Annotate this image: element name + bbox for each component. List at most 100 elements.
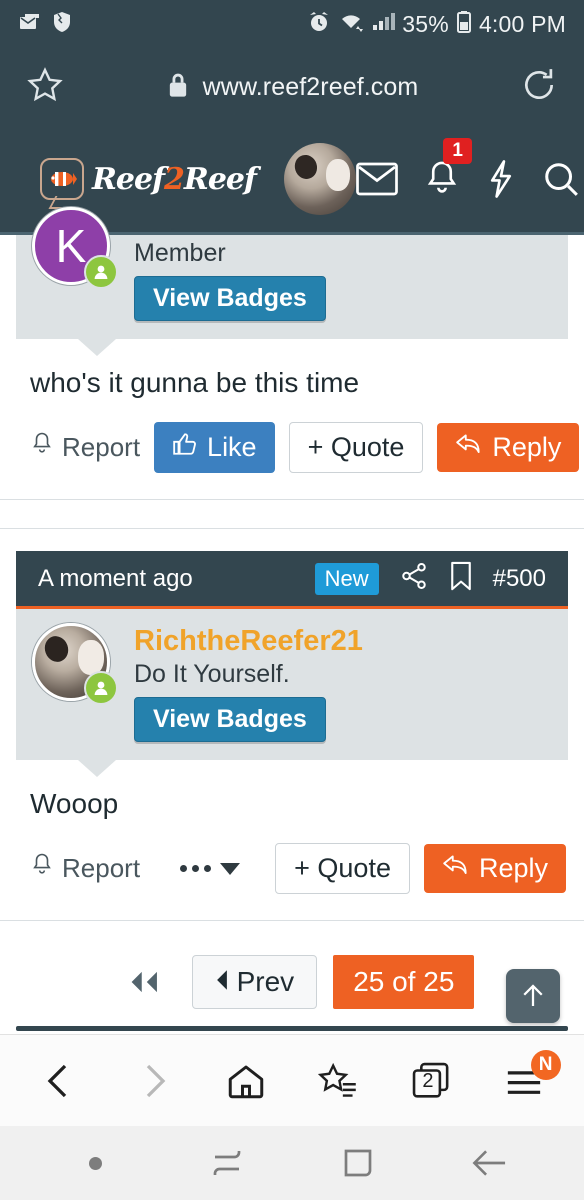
post-user-strip: RichtheReefer21 Do It Yourself. View Bad…	[16, 609, 568, 778]
notification-badge: 1	[443, 138, 472, 164]
report-button[interactable]: Report	[30, 431, 140, 464]
alarm-icon	[307, 10, 331, 39]
site-logo[interactable]: Reef2Reef	[40, 158, 257, 200]
battery-percent: 35%	[402, 10, 449, 37]
online-indicator	[84, 255, 118, 289]
browser-bottom-nav: 2 N	[0, 1034, 584, 1126]
tabs-count: 2	[422, 1069, 434, 1092]
post-user-meta: RichtheReefer21 Do It Yourself. View Bad…	[134, 623, 363, 743]
current-page-button[interactable]: 25 of 25	[333, 955, 475, 1010]
url-text: www.reef2reef.com	[202, 72, 419, 101]
bolt-icon[interactable]	[486, 160, 516, 198]
phone-screen: 35% 4:00 PM www.reef2reef.com Reef2Reef …	[0, 0, 584, 1200]
post-text: who's it gunna be this time	[30, 367, 360, 398]
first-page-button[interactable]	[110, 959, 176, 1005]
bell-icon[interactable]: 1	[424, 138, 472, 198]
thumbs-up-icon	[172, 431, 198, 464]
post-actions: Report Like + Quote Reply	[0, 400, 584, 499]
star-icon[interactable]	[26, 66, 64, 109]
header-icons: 1	[356, 138, 584, 198]
status-right-icons: 35% 4:00 PM	[307, 10, 566, 39]
search-icon[interactable]	[542, 160, 580, 198]
like-button[interactable]: Like	[154, 422, 275, 473]
post-user-strip: K Member View Badges	[16, 207, 568, 356]
shield-icon	[51, 10, 73, 39]
email-icon	[18, 10, 42, 39]
reply-button[interactable]: Reply	[437, 423, 580, 472]
thread-content: K Member View Badges who's it gunna be t…	[0, 207, 584, 1040]
browser-menu-button[interactable]: N	[487, 1044, 561, 1118]
android-system-nav	[0, 1126, 584, 1200]
prev-label: Prev	[236, 966, 295, 998]
menu-badge: N	[530, 1049, 561, 1080]
report-label: Report	[62, 853, 141, 884]
battery-icon	[456, 10, 472, 39]
post-header-actions: New #500	[314, 561, 546, 596]
post-timestamp: A moment ago	[38, 564, 193, 592]
tabs-button[interactable]: 2	[394, 1044, 468, 1118]
report-label: Report	[62, 432, 141, 462]
reload-icon[interactable]	[520, 66, 558, 109]
user-title: Member	[134, 239, 226, 267]
prev-page-button[interactable]: Prev	[191, 955, 318, 1010]
header-avatar[interactable]	[283, 143, 356, 215]
home-icon[interactable]	[209, 1044, 283, 1118]
report-button[interactable]: Report	[30, 852, 140, 885]
post-action-buttons: + Quote Reply	[275, 843, 566, 895]
browser-url-bar[interactable]: www.reef2reef.com	[0, 48, 584, 126]
reply-button[interactable]: Reply	[423, 844, 566, 894]
bookmarks-star-icon[interactable]	[301, 1044, 375, 1118]
status-left-icons	[18, 10, 73, 39]
online-indicator	[84, 671, 118, 705]
username[interactable]: RichtheReefer21	[134, 625, 363, 658]
signal-icon	[371, 10, 396, 39]
mail-icon[interactable]	[356, 162, 398, 196]
post-number[interactable]: #500	[493, 565, 546, 593]
scroll-to-top-button[interactable]	[506, 969, 560, 1024]
chevron-down-icon	[220, 862, 241, 875]
view-badges-button[interactable]: View Badges	[134, 276, 326, 321]
forward-chevron-icon[interactable]	[116, 1044, 190, 1118]
reply-label: Reply	[478, 853, 548, 884]
back-chevron-icon[interactable]	[23, 1044, 97, 1118]
clock-time: 4:00 PM	[478, 10, 566, 37]
view-badges-button[interactable]: View Badges	[134, 697, 326, 743]
post-header: A moment ago New #500	[16, 551, 568, 609]
reply-arrow-icon	[455, 432, 483, 463]
bell-outline-icon	[30, 852, 54, 885]
user-title: Do It Yourself.	[134, 660, 290, 689]
bookmark-icon[interactable]	[449, 561, 473, 596]
avatar[interactable]: K	[32, 207, 118, 289]
more-options-button[interactable]	[180, 862, 241, 875]
logo-text: Reef2Reef	[92, 161, 257, 197]
share-icon[interactable]	[399, 561, 429, 596]
home-square-icon[interactable]	[323, 1134, 393, 1192]
reply-label: Reply	[492, 432, 562, 462]
lock-icon	[166, 71, 190, 104]
post-item: K Member View Badges who's it gunna be t…	[0, 207, 584, 529]
page-progress-bar	[0, 1026, 584, 1034]
post-user-meta: Member View Badges	[134, 235, 326, 321]
ellipsis-icon	[180, 865, 212, 873]
reply-arrow-icon	[442, 853, 470, 884]
wifi-icon	[338, 10, 364, 39]
quote-button[interactable]: + Quote	[275, 843, 410, 895]
recents-icon[interactable]	[192, 1134, 262, 1192]
post-item: A moment ago New #500 RichtheReefer21 Do…	[0, 529, 584, 922]
pagination: Prev 25 of 25	[0, 921, 584, 1039]
quote-button[interactable]: + Quote	[288, 422, 424, 473]
clownfish-bubble-icon	[40, 158, 84, 200]
bell-outline-icon	[30, 431, 54, 464]
new-badge: New	[314, 562, 379, 595]
post-action-buttons: Like + Quote Reply	[154, 422, 580, 473]
post-actions: Report + Quote Reply	[0, 821, 584, 920]
post-text: Wooop	[30, 788, 119, 820]
avatar[interactable]	[32, 623, 118, 705]
dot-indicator-icon[interactable]	[61, 1134, 131, 1192]
post-gap	[0, 500, 584, 528]
caret-left-icon	[215, 966, 229, 998]
back-arrow-icon[interactable]	[454, 1134, 524, 1192]
url-display[interactable]: www.reef2reef.com	[74, 71, 510, 104]
android-status-bar: 35% 4:00 PM	[0, 0, 584, 48]
like-label: Like	[207, 432, 257, 462]
